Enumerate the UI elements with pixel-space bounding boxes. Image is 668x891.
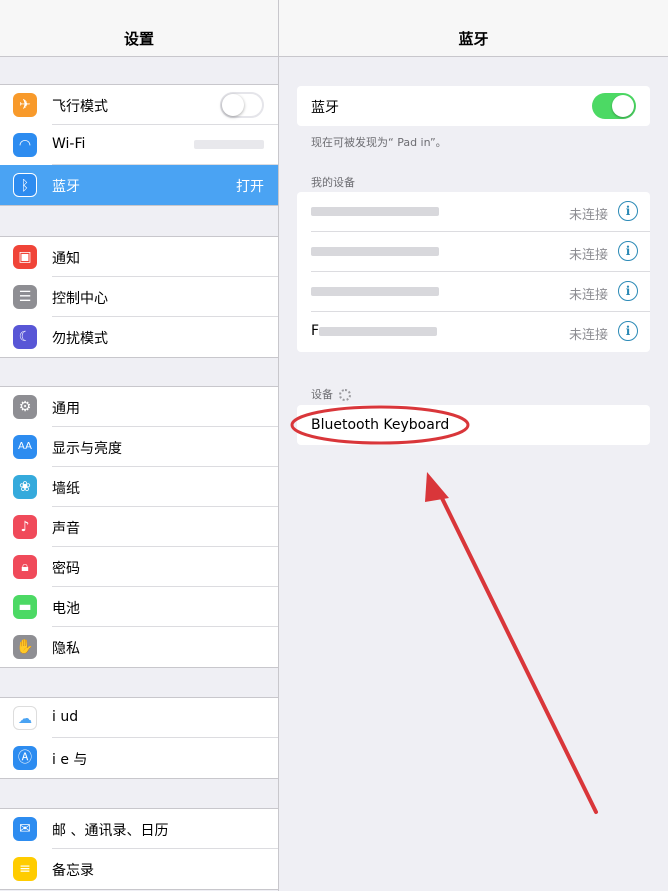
device-row[interactable]: 未连接 i — [297, 192, 650, 232]
sidebar-item-wallpaper[interactable]: ❀ 墙纸 — [0, 467, 278, 507]
device-status: 未连接 — [568, 328, 608, 343]
bluetooth-label: 蓝牙 — [311, 100, 339, 116]
detail-title: 蓝牙 — [458, 30, 489, 48]
my-devices-header: 我的设备 — [311, 176, 355, 189]
info-icon[interactable]: i — [618, 241, 638, 261]
sidebar-item-wifi[interactable]: ◠ Wi-Fi — [0, 125, 278, 165]
sidebar-item-label: Wi-Fi — [52, 136, 86, 152]
sidebar-item-passcode[interactable]: 🔒︎ 密码 — [0, 547, 278, 587]
device-row[interactable]: 未连接 i — [297, 272, 650, 312]
sidebar-item-label: 隐私 — [52, 641, 80, 657]
bluetooth-detail-pane: 蓝牙 蓝牙 现在可被发现为“ Pad in”。 我的设备 未连接 i 未连接 i… — [279, 0, 668, 891]
airplane-mode-toggle[interactable] — [220, 92, 264, 118]
device-name — [311, 243, 439, 259]
sidebar-item-label: 勿扰模式 — [52, 331, 108, 347]
device-status: 未连接 — [568, 248, 608, 263]
device-name: F — [311, 323, 438, 339]
wifi-icon: ◠ — [13, 133, 37, 157]
loading-spinner-icon — [339, 389, 351, 401]
sidebar-item-airplane-mode[interactable]: ✈ 飞行模式 — [0, 85, 278, 125]
info-icon[interactable]: i — [618, 201, 638, 221]
toggle-knob — [222, 94, 244, 116]
sidebar-item-label: 通用 — [52, 401, 80, 417]
toggle-knob — [612, 95, 634, 117]
device-status: 未连接 — [568, 288, 608, 303]
airplane-icon: ✈ — [13, 93, 37, 117]
lock-icon: 🔒︎ — [13, 555, 37, 579]
sidebar-item-label: i e 与 — [52, 752, 88, 768]
bluetooth-row: 蓝牙 — [297, 86, 650, 126]
display-icon: AA — [13, 435, 37, 459]
sidebar-item-control-center[interactable]: ☰ 控制中心 — [0, 277, 278, 317]
discoverable-caption: 现在可被发现为“ Pad in”。 — [311, 136, 447, 149]
settings-group-apps: ✉ 邮 、通讯录、日历 ≡ 备忘录 — [0, 808, 278, 890]
settings-group-general: ⚙ 通用 AA 显示与亮度 ❀ 墙纸 ♪ 声音 🔒︎ 密码 ▬ 电池 ✋ 隐私 — [0, 386, 278, 668]
sidebar-item-do-not-disturb[interactable]: ☾ 勿扰模式 — [0, 317, 278, 357]
info-icon[interactable]: i — [618, 281, 638, 301]
devices-header-label: 设备 — [311, 388, 333, 401]
sidebar-item-privacy[interactable]: ✋ 隐私 — [0, 627, 278, 667]
device-name — [311, 203, 439, 219]
moon-icon: ☾ — [13, 325, 37, 349]
sidebar-item-label: 密码 — [52, 561, 80, 577]
my-devices-list: 未连接 i 未连接 i 未连接 i F 未连接 i — [297, 192, 650, 352]
control-center-icon: ☰ — [13, 285, 37, 309]
sidebar-nav-bar: 设置 — [0, 0, 278, 57]
sidebar-title: 设置 — [123, 30, 154, 48]
notes-icon: ≡ — [13, 857, 37, 881]
info-icon[interactable]: i — [618, 321, 638, 341]
devices-header: 设备 — [311, 386, 351, 402]
sidebar-item-label: 显示与亮度 — [52, 441, 122, 457]
sidebar-item-label: 邮 、通讯录、日历 — [52, 823, 169, 839]
mail-icon: ✉ — [13, 817, 37, 841]
notifications-icon: ▣ — [13, 245, 37, 269]
sidebar-item-sounds[interactable]: ♪ 声音 — [0, 507, 278, 547]
sidebar-item-label: 控制中心 — [52, 291, 108, 307]
wifi-network-name — [194, 136, 264, 152]
bluetooth-icon: ᛒ — [13, 173, 37, 197]
sidebar-item-mail-contacts-calendars[interactable]: ✉ 邮 、通讯录、日历 — [0, 809, 278, 849]
settings-group-notifications: ▣ 通知 ☰ 控制中心 ☾ 勿扰模式 — [0, 236, 278, 358]
gear-icon: ⚙ — [13, 395, 37, 419]
sidebar-item-display[interactable]: AA 显示与亮度 — [0, 427, 278, 467]
icloud-icon: ☁ — [13, 706, 37, 730]
sidebar-item-general[interactable]: ⚙ 通用 — [0, 387, 278, 427]
sidebar-item-battery[interactable]: ▬ 电池 — [0, 587, 278, 627]
sidebar-item-label: 电池 — [52, 601, 80, 617]
hand-icon: ✋ — [13, 635, 37, 659]
detail-nav-bar: 蓝牙 — [279, 0, 668, 57]
device-name: Bluetooth Keyboard — [311, 417, 450, 433]
sidebar-item-label: 通知 — [52, 251, 80, 267]
device-row-bluetooth-keyboard[interactable]: Bluetooth Keyboard — [297, 405, 650, 445]
sidebar-item-notifications[interactable]: ▣ 通知 — [0, 237, 278, 277]
bluetooth-toggle-group: 蓝牙 — [297, 86, 650, 126]
sidebar-item-label: 墙纸 — [52, 481, 80, 497]
sidebar-item-bluetooth[interactable]: ᛒ 蓝牙 打开 — [0, 165, 278, 205]
settings-group-icloud: ☁ i ud Ⓐ i e 与 — [0, 697, 278, 779]
settings-sidebar: 设置 ✈ 飞行模式 ◠ Wi-Fi ᛒ 蓝牙 打开 ▣ 通知 ☰ 控制中心 ☾ … — [0, 0, 279, 891]
sidebar-item-label: 声音 — [52, 521, 80, 537]
sidebar-item-app-store[interactable]: Ⓐ i e 与 — [0, 738, 278, 778]
device-row[interactable]: F 未连接 i — [297, 312, 650, 352]
sidebar-item-label: 飞行模式 — [52, 99, 108, 115]
sidebar-item-label: i ud — [52, 709, 79, 725]
sidebar-item-icloud[interactable]: ☁ i ud — [0, 698, 278, 738]
bluetooth-status-value: 打开 — [236, 179, 264, 195]
device-status: 未连接 — [568, 208, 608, 223]
available-devices-list: Bluetooth Keyboard — [297, 405, 650, 445]
sidebar-item-notes[interactable]: ≡ 备忘录 — [0, 849, 278, 889]
settings-group-connectivity: ✈ 飞行模式 ◠ Wi-Fi ᛒ 蓝牙 打开 — [0, 84, 278, 206]
sidebar-item-label: 备忘录 — [52, 863, 94, 879]
device-row[interactable]: 未连接 i — [297, 232, 650, 272]
device-name — [311, 283, 439, 299]
app-store-icon: Ⓐ — [13, 746, 37, 770]
battery-icon: ▬ — [13, 595, 37, 619]
sound-icon: ♪ — [13, 515, 37, 539]
sidebar-item-label: 蓝牙 — [52, 179, 80, 195]
wallpaper-icon: ❀ — [13, 475, 37, 499]
bluetooth-toggle[interactable] — [592, 93, 636, 119]
